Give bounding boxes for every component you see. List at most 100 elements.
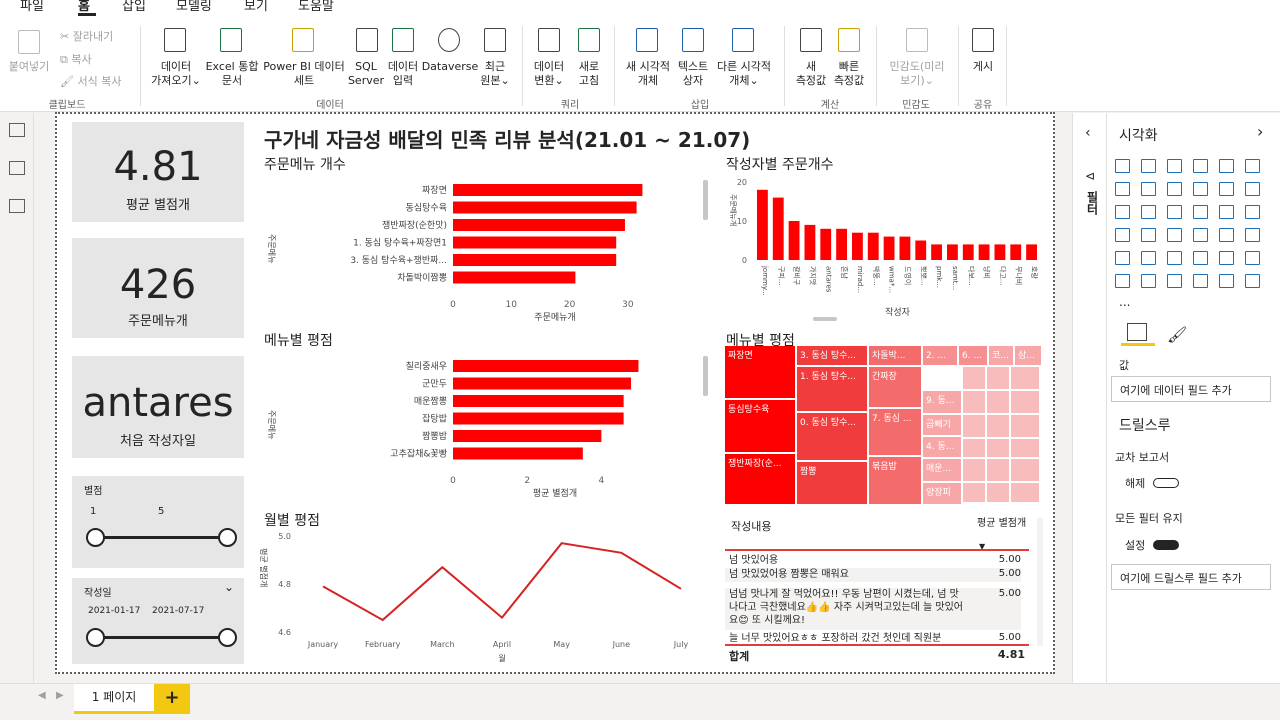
visual-type-icon[interactable] bbox=[1245, 182, 1260, 196]
visual-type-icon[interactable] bbox=[1115, 274, 1130, 288]
powerbi-dataset-button[interactable]: Power BI 데이터 세트 bbox=[258, 60, 350, 88]
kpi-card-avg-star[interactable]: 4.81 평균 별점개 bbox=[72, 122, 244, 222]
transform-data-button[interactable]: 데이터 변환⌄ bbox=[526, 60, 572, 88]
menu-home[interactable]: 홈 bbox=[78, 0, 90, 14]
visual-type-icon[interactable] bbox=[1167, 251, 1182, 265]
collapse-left-icon[interactable]: ‹ bbox=[1085, 125, 1091, 141]
menu-help[interactable]: 도움말 bbox=[298, 0, 334, 14]
menu-insert[interactable]: 삽입 bbox=[122, 0, 146, 14]
visual-type-icon[interactable] bbox=[1193, 182, 1208, 196]
visual-type-icon[interactable] bbox=[1115, 228, 1130, 242]
visual-type-icon[interactable] bbox=[1193, 274, 1208, 288]
drillthrough-well[interactable]: 여기에 드릴스루 필드 추가 bbox=[1111, 564, 1271, 590]
prev-page-icon[interactable]: ◀ bbox=[38, 690, 46, 701]
menu-rating-bar-chart[interactable]: 칠리중새우군만두매운짬뽕잡탕밥짬뽕밥고추잡채&꽃빵 0 2 4 평균 별점개 주문메뉴 bbox=[257, 350, 717, 500]
filter-pane-label[interactable]: 필터 bbox=[1084, 191, 1101, 215]
slider-track[interactable] bbox=[96, 636, 228, 639]
visual-type-icon[interactable] bbox=[1141, 274, 1156, 288]
visual-type-icon[interactable] bbox=[1193, 159, 1208, 173]
menu-modeling[interactable]: 모델링 bbox=[176, 0, 212, 14]
menu-rating-treemap[interactable]: 짜장면 3. 동심 탕수... 차돌박... 2. ... 6. ... 코... 삼...… bbox=[725, 346, 1043, 504]
excel-button[interactable]: Excel 통합 문서 bbox=[202, 60, 262, 88]
sql-server-button[interactable]: SQL Server bbox=[346, 60, 386, 88]
menu-view[interactable]: 보기 bbox=[244, 0, 268, 14]
quick-measure-button[interactable]: 빠른 측정값 bbox=[828, 60, 870, 88]
monthly-rating-line-chart[interactable]: 4.6 4.8 5.0 January February March April May Jun… bbox=[257, 528, 697, 666]
chevron-right-icon[interactable]: › bbox=[1257, 122, 1263, 141]
review-table[interactable]: 작성내용 평균 별점개 ▼ 넘 맛있어용 5.00 넘 맛있었어용 짬뽕은 매워요 5… bbox=[725, 514, 1045, 664]
visual-type-icon[interactable] bbox=[1115, 159, 1130, 173]
visual-type-icon[interactable] bbox=[1219, 274, 1234, 288]
visual-type-icon[interactable] bbox=[1219, 251, 1234, 265]
visual-type-icon[interactable] bbox=[1167, 228, 1182, 242]
table-row[interactable]: 넘넘 맛나게 잘 먹었어요!! 우동 남편이 시켰는데, 넘 맛나다고 극찬했네… bbox=[725, 588, 1021, 630]
slider-track[interactable] bbox=[96, 536, 228, 539]
chevron-down-icon[interactable]: ⌄ bbox=[224, 580, 234, 594]
format-painter-button[interactable]: 🖌 서식 복사 bbox=[60, 73, 121, 89]
get-data-button[interactable]: 데이터 가져오기⌄ bbox=[146, 60, 206, 88]
filter-pane-collapsed[interactable]: ‹ ⊲ 필터 bbox=[1072, 113, 1106, 683]
menu-count-bar-chart[interactable]: 짜장면동심탕수육쟁반짜장(순한맛) 1. 동심 탕수육+짜장면1 3. 동심 탕수육… bbox=[257, 174, 717, 324]
visual-type-icon[interactable] bbox=[1193, 205, 1208, 219]
visual-type-icon[interactable] bbox=[1219, 159, 1234, 173]
slider-handle-max[interactable] bbox=[218, 628, 237, 647]
fields-tab-icon[interactable] bbox=[1127, 323, 1147, 341]
visual-type-icon[interactable] bbox=[1219, 228, 1234, 242]
values-well[interactable]: 여기에 데이터 필드 추가 bbox=[1111, 376, 1271, 402]
visual-type-icon[interactable] bbox=[1167, 205, 1182, 219]
new-visual-button[interactable]: 새 시각적 개체 bbox=[618, 60, 678, 88]
paste-button[interactable]: 붙여넣기 bbox=[6, 60, 52, 74]
visual-type-icon[interactable] bbox=[1193, 251, 1208, 265]
visual-type-icon[interactable] bbox=[1167, 274, 1182, 288]
slider-handle-max[interactable] bbox=[218, 528, 237, 547]
slider-handle-min[interactable] bbox=[86, 628, 105, 647]
textbox-button[interactable]: 텍스트 상자 bbox=[672, 60, 714, 88]
model-view-icon[interactable] bbox=[9, 199, 25, 213]
menu-file[interactable]: 파일 bbox=[20, 0, 44, 14]
cut-button[interactable]: ✂ 잘라내기 bbox=[60, 28, 113, 44]
visual-type-icon[interactable] bbox=[1141, 228, 1156, 242]
visual-type-icon[interactable] bbox=[1245, 274, 1260, 288]
new-measure-button[interactable]: 새 측정값 bbox=[790, 60, 832, 88]
refresh-button[interactable]: 새로 고침 bbox=[570, 60, 608, 88]
visual-type-icon[interactable] bbox=[1167, 159, 1182, 173]
table-row[interactable]: 넘 맛있었어용 짬뽕은 매워요 5.00 bbox=[725, 568, 1021, 582]
visual-type-icon[interactable] bbox=[1115, 251, 1130, 265]
visual-type-icon[interactable] bbox=[1219, 205, 1234, 219]
format-paint-icon[interactable]: 🖌 bbox=[1167, 325, 1187, 344]
keep-filters-toggle[interactable] bbox=[1153, 540, 1179, 550]
next-page-icon[interactable]: ▶ bbox=[56, 690, 64, 701]
more-visuals-button[interactable]: 다른 시각적 개체⌄ bbox=[712, 60, 776, 88]
visual-type-icon[interactable] bbox=[1193, 228, 1208, 242]
table-row[interactable]: 늘 너무 맛있어요ㅎㅎ 포장하러 갔건 첫인데 직원분 5.00 bbox=[725, 632, 1021, 644]
table-scrollbar[interactable] bbox=[1037, 518, 1043, 646]
visual-type-icon[interactable] bbox=[1245, 228, 1260, 242]
visual-type-icon[interactable] bbox=[1141, 205, 1156, 219]
cross-report-toggle[interactable] bbox=[1153, 478, 1179, 488]
slider-handle-min[interactable] bbox=[86, 528, 105, 547]
publish-button[interactable]: 게시 bbox=[964, 60, 1002, 74]
recent-sources-button[interactable]: 최근 원본⌄ bbox=[474, 60, 516, 88]
visual-type-icon[interactable] bbox=[1115, 182, 1130, 196]
visual-type-icon[interactable] bbox=[1245, 159, 1260, 173]
kpi-card-first-author[interactable]: antares 처음 작성자일 bbox=[72, 356, 244, 458]
visual-type-icon[interactable] bbox=[1141, 251, 1156, 265]
enter-data-button[interactable]: 데이터 입력 bbox=[382, 60, 424, 88]
visual-type-icon[interactable] bbox=[1245, 205, 1260, 219]
author-order-column-chart[interactable]: 0 10 20 jommy... 구피... 갈비구 가지맛 antares 흔남 mirad..… bbox=[725, 174, 1045, 324]
visual-type-icon[interactable] bbox=[1141, 182, 1156, 196]
visual-type-icon[interactable] bbox=[1245, 251, 1260, 265]
add-page-button[interactable]: + bbox=[154, 684, 190, 714]
sensitivity-button[interactable]: 민감도(미리 보기)⌄ bbox=[882, 60, 952, 88]
visual-type-icon[interactable] bbox=[1219, 182, 1234, 196]
dataverse-button[interactable]: Dataverse bbox=[420, 60, 480, 74]
visual-type-icon[interactable] bbox=[1141, 159, 1156, 173]
table-row[interactable]: 넘 맛있어용 5.00 bbox=[725, 554, 1021, 568]
visual-type-icon[interactable] bbox=[1167, 182, 1182, 196]
page-tab-1[interactable]: 1 페이지 bbox=[74, 684, 154, 714]
kpi-card-menu-count[interactable]: 426 주문메뉴개 bbox=[72, 238, 244, 338]
data-view-icon[interactable] bbox=[9, 161, 25, 175]
column-header-score[interactable]: 평균 별점개 bbox=[977, 518, 1029, 530]
visual-type-icon[interactable] bbox=[1115, 205, 1130, 219]
column-header-content[interactable]: 작성내용 bbox=[731, 518, 771, 534]
